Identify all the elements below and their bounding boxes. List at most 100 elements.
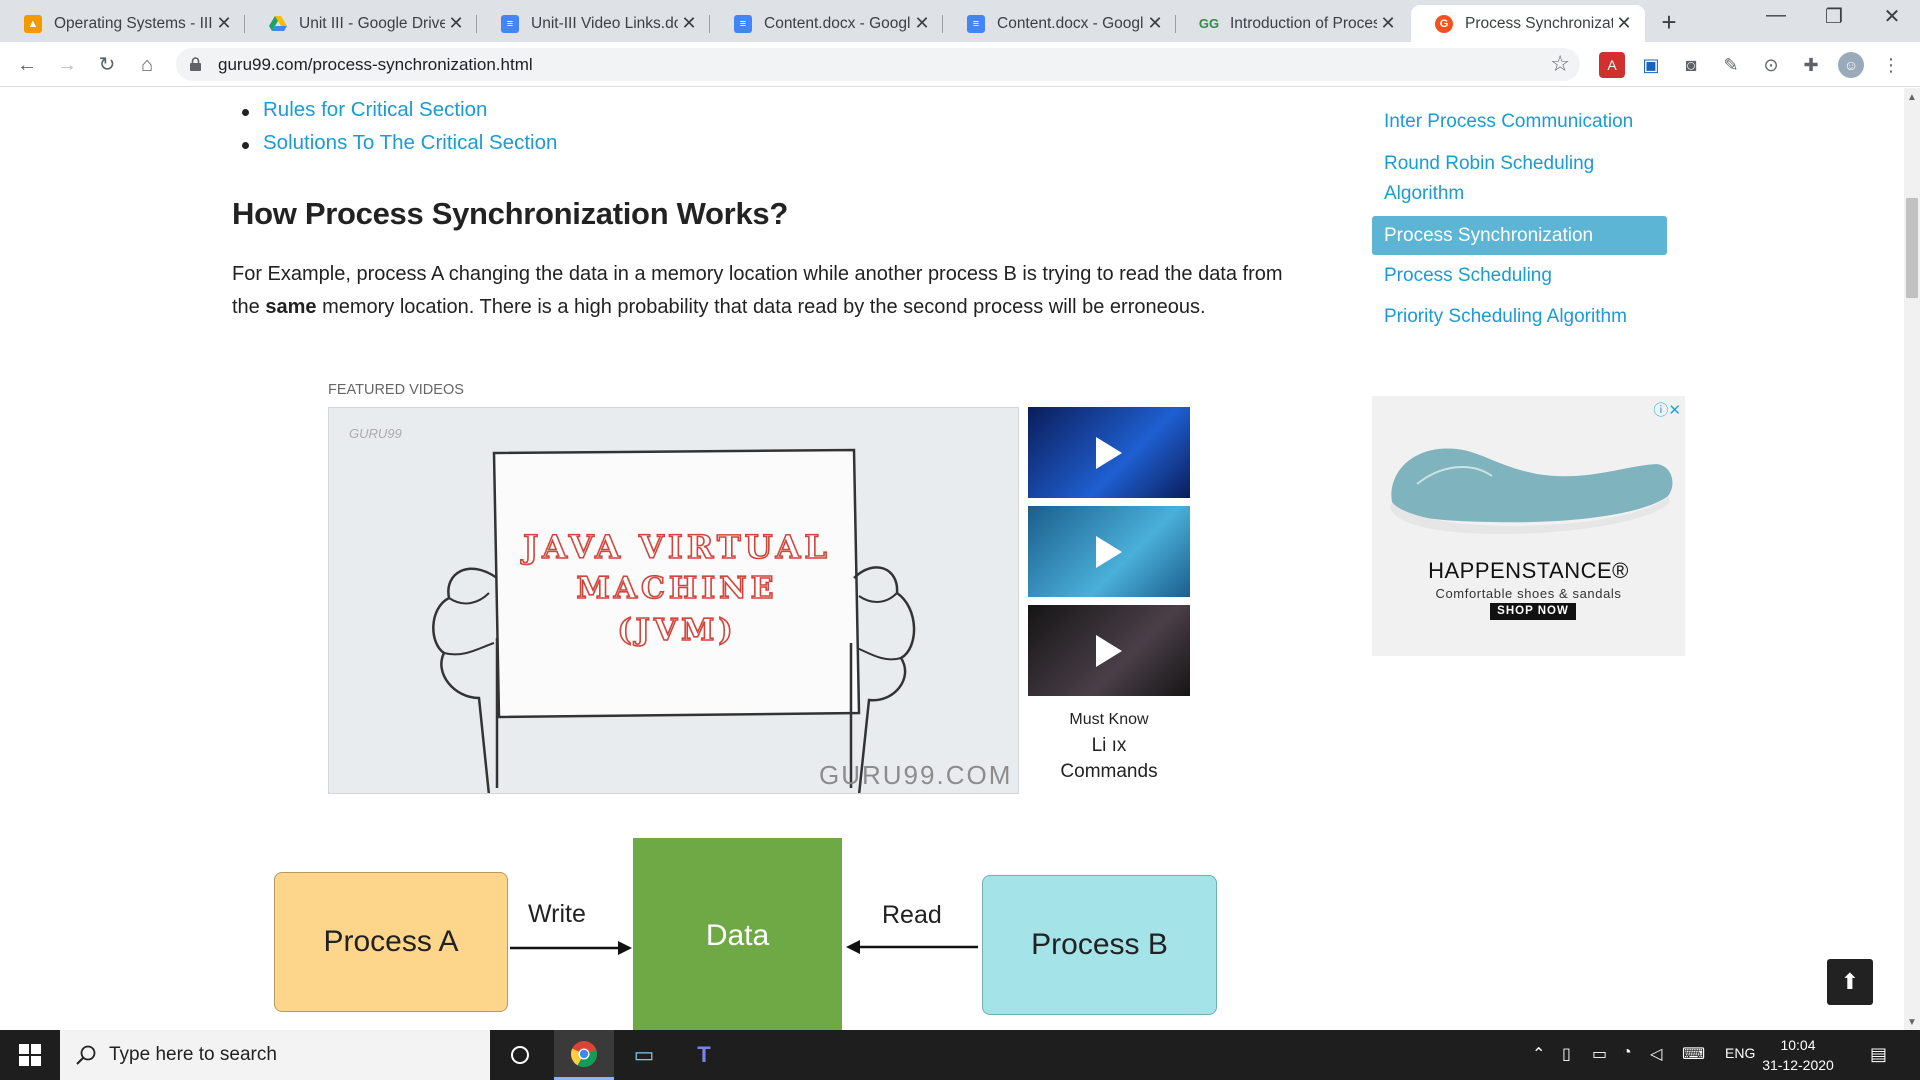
scroll-up-icon[interactable]: ▲ <box>1904 92 1920 103</box>
ad-shop-now-button[interactable]: SHOP NOW <box>1490 603 1576 620</box>
tab-title: Introduction of Process Synchronization <box>1230 14 1377 32</box>
desktop-app-icon[interactable]: ▭ <box>614 1030 674 1080</box>
classroom-icon: ▲ <box>24 14 42 33</box>
playlist-thumb-erp[interactable] <box>1028 506 1190 597</box>
sidebar-link-inter-process-communication[interactable]: Inter Process Communication <box>1384 107 1633 137</box>
browser-toolbar: ← → ↻ ⌂ guru99.com/process-synchronizati… <box>0 42 1920 87</box>
page-scrollbar[interactable]: ▲ ▼ <box>1904 88 1920 1030</box>
profile-avatar-icon[interactable]: ☺ <box>1838 52 1864 78</box>
volume-icon[interactable]: ◁ <box>1650 1044 1662 1064</box>
tab-title: Unit III - Google Drive <box>299 14 445 32</box>
scrollbar-thumb[interactable] <box>1906 198 1918 298</box>
sidebar-link-process-synchronization-active[interactable]: Process Synchronization <box>1372 216 1667 255</box>
ad-brand: HAPPENSTANCE® <box>1428 558 1629 583</box>
diagram-data-box: Data <box>633 838 842 1030</box>
meet-now-icon[interactable]: ▯ <box>1562 1044 1571 1064</box>
close-tab-icon[interactable]: ✕ <box>911 13 933 34</box>
url-text[interactable]: guru99.com/process-synchronization.html <box>218 55 533 75</box>
play-icon <box>1096 436 1122 469</box>
window-close-icon[interactable]: ✕ <box>1872 4 1912 29</box>
tab-title: Content.docx - Google Docs <box>764 14 911 32</box>
playlist-thumb-java[interactable] <box>1028 407 1190 498</box>
extensions-puzzle-icon[interactable]: ✚ <box>1798 52 1824 78</box>
caption-line: Must Know <box>1069 711 1149 728</box>
chrome-taskbar-icon[interactable] <box>554 1030 614 1080</box>
windows-start-icon[interactable] <box>0 1030 60 1080</box>
close-tab-icon[interactable]: ✕ <box>445 13 467 34</box>
show-hidden-icons[interactable]: ⌃ <box>1532 1044 1545 1064</box>
tab-video-links-doc[interactable]: ≡ Unit-III Video Links.docx ✕ <box>477 5 710 42</box>
pdf-extension-icon[interactable]: A <box>1599 52 1625 78</box>
google-docs-icon: ≡ <box>501 14 519 33</box>
search-icon <box>76 1045 96 1065</box>
scroll-down-icon[interactable]: ▼ <box>1904 1017 1920 1028</box>
play-icon <box>1096 634 1122 667</box>
menu-kebab-icon[interactable]: ⋮ <box>1878 52 1904 78</box>
sync-extension-icon[interactable]: ⊙ <box>1758 52 1784 78</box>
sidebar-link-priority-scheduling[interactable]: Priority Scheduling Algorithm <box>1384 302 1627 332</box>
video-playlist: Must Know Li ıx Commands <box>1019 407 1190 794</box>
tab-google-drive[interactable]: Unit III - Google Drive ✕ <box>245 5 477 42</box>
back-icon[interactable]: ← <box>12 50 42 80</box>
shoe-image <box>1390 448 1673 534</box>
google-docs-icon: ≡ <box>967 14 985 33</box>
task-view-icon[interactable] <box>490 1030 550 1080</box>
tab-introduction-process-sync[interactable]: GG Introduction of Process Synchronizati… <box>1176 5 1409 42</box>
board-text-line2: MACHINE <box>576 571 777 606</box>
toc-link-solutions-critical-section[interactable]: Solutions To The Critical Section <box>263 131 557 155</box>
back-to-top-button[interactable]: ⬆ <box>1827 959 1873 1005</box>
video-frame-illustration: JAVA VIRTUAL MACHINE (JVM) <box>432 448 916 793</box>
camera-extension-icon[interactable]: ◙ <box>1678 52 1704 78</box>
sidebar-link-process-scheduling[interactable]: Process Scheduling <box>1384 261 1552 291</box>
diagram-write-label: Write <box>528 900 586 928</box>
playlist-caption[interactable]: Must Know Li ıx Commands <box>1028 707 1190 785</box>
video-brand-watermark: GURU99.COM <box>819 760 1013 790</box>
tab-strip: ▲ Operating Systems - III ✕ Unit III - G… <box>0 0 1920 42</box>
tab-content-doc-2[interactable]: ≡ Content.docx - Google Docs ✕ <box>943 5 1176 42</box>
tab-process-synchronization[interactable]: G Process Synchronization ✕ <box>1411 5 1645 42</box>
tab-title: Operating Systems - III <box>54 14 213 32</box>
taskbar-search-box[interactable]: Type here to search <box>60 1030 490 1080</box>
close-tab-icon[interactable]: ✕ <box>1144 13 1166 34</box>
article-paragraph: For Example, process A changing the data… <box>232 258 1302 324</box>
eyedropper-extension-icon[interactable]: ✎ <box>1718 52 1744 78</box>
close-tab-icon[interactable]: ✕ <box>213 13 235 34</box>
battery-icon[interactable]: ▭ <box>1592 1044 1607 1064</box>
diagram-process-a: Process A <box>274 872 508 1012</box>
keyboard-icon[interactable]: ⌨ <box>1682 1044 1705 1064</box>
screen-extension-icon[interactable]: ▣ <box>1638 52 1664 78</box>
advertisement[interactable]: ⓘ✕ HAPPENSTANCE® Comfortable shoes & san… <box>1372 396 1685 656</box>
section-heading: How Process Synchronization Works? <box>232 196 788 231</box>
clock-date: 31-12-2020 <box>1762 1057 1834 1073</box>
home-icon[interactable]: ⌂ <box>132 50 162 80</box>
list-bullet <box>242 142 249 149</box>
reload-icon[interactable]: ↻ <box>92 50 122 80</box>
lock-icon <box>190 57 201 71</box>
tab-title: Unit-III Video Links.docx <box>531 14 678 32</box>
google-drive-icon <box>269 15 287 33</box>
teams-icon[interactable]: T <box>674 1030 734 1080</box>
system-clock[interactable]: 10:04 31-12-2020 <box>1755 1035 1841 1075</box>
tab-content-doc-1[interactable]: ≡ Content.docx - Google Docs ✕ <box>710 5 943 42</box>
tab-operating-systems[interactable]: ▲ Operating Systems - III ✕ <box>0 5 245 42</box>
playlist-thumb-automation[interactable] <box>1028 605 1190 696</box>
notification-center-icon[interactable]: ▤ <box>1870 1044 1887 1065</box>
close-tab-icon[interactable]: ✕ <box>1377 13 1399 34</box>
address-bar[interactable]: guru99.com/process-synchronization.html … <box>176 48 1580 81</box>
web-page: Rules for Critical Section Solutions To … <box>0 88 1904 1030</box>
language-indicator[interactable]: ENG <box>1725 1045 1755 1061</box>
close-tab-icon[interactable]: ✕ <box>1613 13 1635 34</box>
forward-icon[interactable]: → <box>52 50 82 80</box>
close-tab-icon[interactable]: ✕ <box>678 13 700 34</box>
restore-icon[interactable]: ❐ <box>1814 4 1854 29</box>
bookmark-star-icon[interactable]: ☆ <box>1550 51 1570 77</box>
minimize-icon[interactable]: — <box>1756 4 1796 27</box>
paragraph-bold-text: same <box>265 296 317 318</box>
diagram-process-b: Process B <box>982 875 1217 1015</box>
featured-video-player[interactable]: GURU99 JAVA VIRTUAL MACHINE (JVM) GURU99… <box>328 407 1019 794</box>
new-tab-button[interactable]: + <box>1655 7 1683 38</box>
toc-link-rules-critical-section[interactable]: Rules for Critical Section <box>263 98 487 122</box>
wifi-icon[interactable]: ◔ <box>1622 1044 1632 1062</box>
write-arrowhead <box>618 941 632 955</box>
sidebar-link-round-robin[interactable]: Round Robin Scheduling Algorithm <box>1384 149 1644 209</box>
